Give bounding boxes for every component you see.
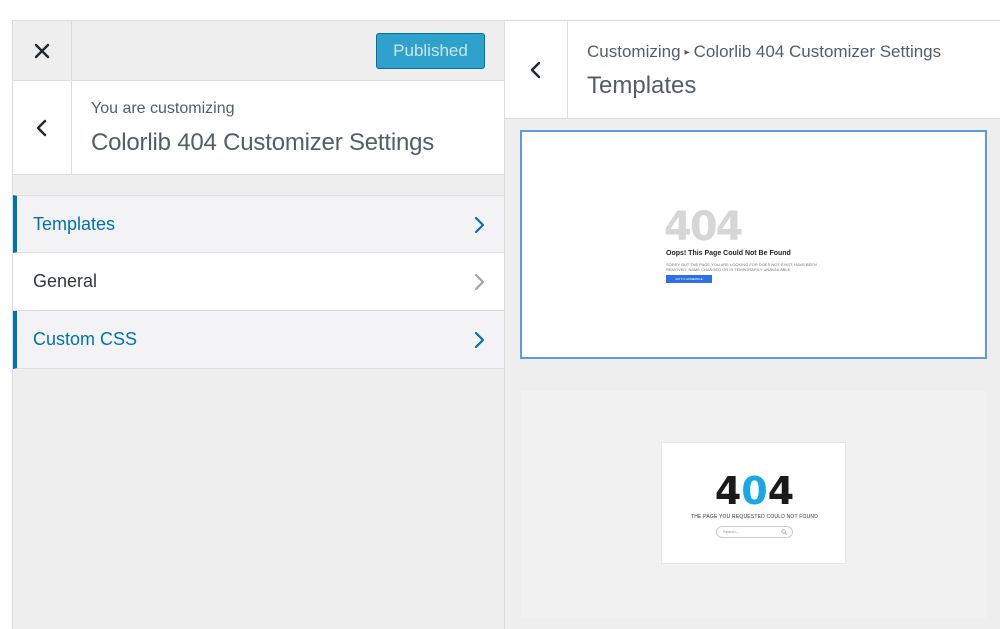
customizing-title: Colorlib 404 Customizer Settings bbox=[91, 129, 435, 156]
menu-item-label: Custom CSS bbox=[33, 329, 138, 349]
customizer-header-actions: Published bbox=[13, 20, 505, 81]
menu-item-label: General bbox=[33, 271, 98, 291]
menu-item-label: Templates bbox=[33, 213, 116, 234]
section-menu: Templates General Custom CSS bbox=[13, 195, 505, 369]
breadcrumb: Customizing ▸ Colorlib 404 Customizer Sett… bbox=[587, 42, 941, 62]
digit: 4 bbox=[714, 469, 742, 513]
template-oops-heading: Oops! This Page Could Not Be Found bbox=[666, 250, 791, 257]
close-button[interactable] bbox=[13, 21, 72, 81]
template-option-2[interactable]: 404 THE PAGE YOU REQUESTED COULD NOT FOU… bbox=[521, 391, 986, 618]
chevron-right-icon bbox=[474, 216, 485, 234]
menu-item-templates[interactable]: Templates bbox=[13, 195, 505, 253]
search-placeholder: Search... bbox=[723, 529, 740, 534]
chevron-left-icon bbox=[36, 119, 47, 137]
digit-highlight: 0 bbox=[741, 469, 768, 513]
templates-header: Customizing ▸ Colorlib 404 Customizer Sett… bbox=[505, 20, 1000, 119]
template-option-1[interactable]: 404 Oops! This Page Could Not Be Found S… bbox=[520, 130, 987, 359]
template-body-text: SORRY BUT THE PAGE YOU ARE LOOKING FOR D… bbox=[666, 262, 817, 272]
template-404-heading: 404 bbox=[662, 469, 847, 513]
digit: 4 bbox=[767, 469, 795, 513]
template-home-button: GO TO HOMEPAGE bbox=[666, 275, 712, 283]
breadcrumb-separator: ▸ bbox=[684, 47, 690, 58]
templates-panel: Customizing ▸ Colorlib 404 Customizer Sett… bbox=[504, 20, 1000, 629]
customizer-window: Published You are customizing Colorlib 4… bbox=[0, 0, 1000, 629]
search-icon bbox=[781, 529, 787, 535]
template-preview-card: 404 THE PAGE YOU REQUESTED COULD NOT FOU… bbox=[661, 442, 846, 564]
menu-item-general[interactable]: General bbox=[13, 253, 505, 311]
template-404-heading: 404 bbox=[664, 204, 743, 250]
chevron-right-icon bbox=[474, 331, 485, 349]
template-subtitle: THE PAGE YOU REQUESTED COULD NOT FOUND bbox=[690, 514, 819, 520]
breadcrumb-current: Colorlib 404 Customizer Settings bbox=[693, 42, 942, 61]
back-button[interactable] bbox=[13, 81, 72, 175]
breadcrumb-parent: Customizing bbox=[587, 42, 681, 61]
template-search-field: Search... bbox=[716, 526, 793, 538]
menu-item-custom-css[interactable]: Custom CSS bbox=[13, 311, 505, 369]
customizing-info: You are customizing Colorlib 404 Customi… bbox=[13, 81, 505, 175]
section-title: Templates bbox=[587, 72, 697, 99]
customizing-label: You are customizing bbox=[91, 100, 235, 117]
back-button[interactable] bbox=[505, 21, 568, 119]
customizer-sidebar: Published You are customizing Colorlib 4… bbox=[12, 20, 505, 629]
chevron-left-icon bbox=[530, 61, 541, 79]
chevron-right-icon bbox=[474, 273, 485, 291]
close-icon bbox=[34, 43, 50, 59]
publish-button[interactable]: Published bbox=[376, 33, 485, 69]
